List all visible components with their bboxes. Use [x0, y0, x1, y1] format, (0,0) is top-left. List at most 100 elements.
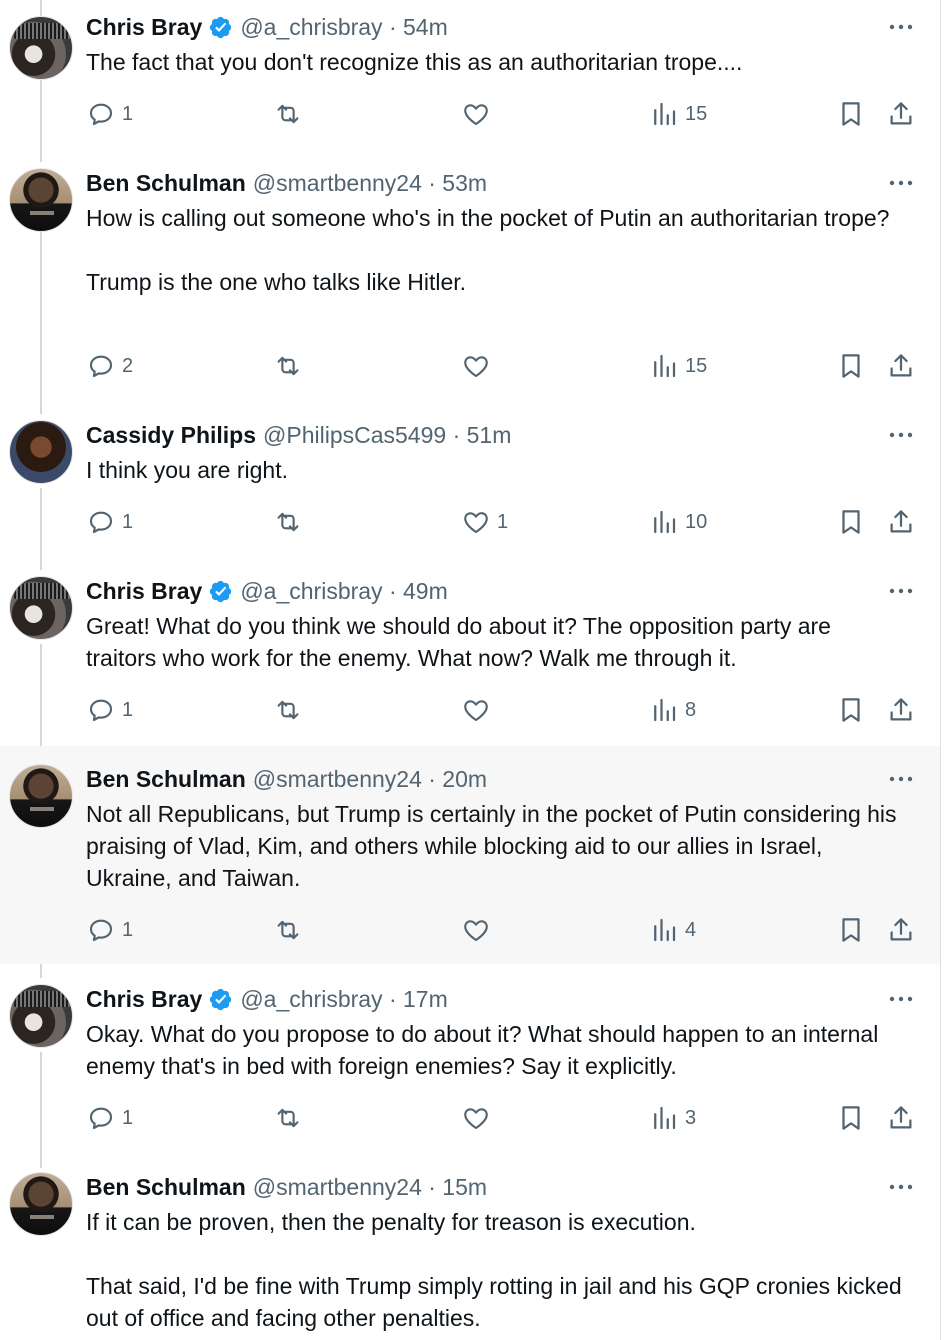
views-button[interactable]: 15 — [649, 351, 707, 381]
like-button[interactable]: 1 — [461, 507, 508, 537]
reply-count: 1 — [122, 510, 134, 533]
author-handle-time[interactable]: @smartbenny24 · 20m — [253, 766, 487, 793]
views-button[interactable]: 4 — [649, 915, 696, 945]
tweet-header: Ben Schulman @smartbenny24 · 15m — [86, 1172, 487, 1202]
tweet[interactable]: Ben Schulman @smartbenny24 · 53m How is … — [0, 156, 941, 408]
tweet[interactable]: Chris Bray @a_chrisbray · 17m Okay. What… — [0, 964, 941, 1154]
tweet-header: Ben Schulman @smartbenny24 · 20m — [86, 764, 487, 794]
reply-icon — [89, 1107, 113, 1130]
author-name[interactable]: Ben Schulman — [86, 1174, 246, 1201]
more-options-icon[interactable] — [887, 1172, 915, 1202]
more-options-icon[interactable] — [887, 764, 915, 794]
avatar[interactable] — [9, 16, 73, 80]
reply-button[interactable]: 2 — [86, 351, 133, 381]
share-icon — [890, 510, 912, 533]
views-button[interactable]: 3 — [649, 1103, 696, 1133]
verified-badge-icon — [208, 987, 233, 1012]
share-icon — [890, 1106, 912, 1129]
tweet[interactable]: Cassidy Philips @PhilipsCas5499 · 51m I … — [0, 408, 941, 564]
author-handle-time[interactable]: @a_chrisbray · 54m — [240, 14, 447, 41]
scrollbar-track[interactable] — [940, 0, 952, 1340]
tweet[interactable]: Ben Schulman @smartbenny24 · 15m If it c… — [0, 1154, 941, 1340]
bookmark-button[interactable] — [836, 695, 866, 725]
avatar[interactable] — [9, 576, 73, 640]
tweet-actions: 1 4 — [86, 915, 916, 945]
like-button[interactable] — [461, 351, 497, 381]
reply-icon — [89, 699, 113, 722]
more-options-icon[interactable] — [887, 168, 915, 198]
avatar[interactable] — [9, 168, 73, 232]
views-button[interactable]: 10 — [649, 507, 707, 537]
like-count: 1 — [497, 510, 509, 533]
retweet-button[interactable] — [273, 1103, 309, 1133]
more-options-icon[interactable] — [887, 420, 915, 450]
reply-icon — [89, 355, 113, 378]
retweet-icon — [277, 104, 299, 124]
bookmark-button[interactable] — [836, 507, 866, 537]
avatar[interactable] — [9, 764, 73, 828]
tweet[interactable]: Chris Bray @a_chrisbray · 49m Great! Wha… — [0, 564, 941, 746]
share-button[interactable] — [886, 915, 916, 945]
like-button[interactable] — [461, 99, 497, 129]
share-button[interactable] — [886, 351, 916, 381]
author-handle-time[interactable]: @smartbenny24 · 53m — [253, 170, 487, 197]
author-name[interactable]: Chris Bray — [86, 986, 202, 1013]
retweet-button[interactable] — [273, 695, 309, 725]
reply-button[interactable]: 1 — [86, 695, 133, 725]
more-options-icon[interactable] — [887, 984, 915, 1014]
reply-count: 1 — [122, 698, 134, 721]
author-name[interactable]: Chris Bray — [86, 14, 202, 41]
retweet-button[interactable] — [273, 507, 309, 537]
reply-button[interactable]: 1 — [86, 915, 133, 945]
reply-button[interactable]: 1 — [86, 507, 133, 537]
like-button[interactable] — [461, 1103, 497, 1133]
more-options-icon[interactable] — [887, 12, 915, 42]
avatar[interactable] — [9, 1172, 73, 1236]
author-name[interactable]: Cassidy Philips — [86, 422, 256, 449]
more-options-icon[interactable] — [887, 576, 915, 606]
views-count: 15 — [685, 102, 708, 125]
author-name[interactable]: Ben Schulman — [86, 170, 246, 197]
tweet-header: Ben Schulman @smartbenny24 · 53m — [86, 168, 487, 198]
like-button[interactable] — [461, 915, 497, 945]
tweet[interactable]: Ben Schulman @smartbenny24 · 20m Not all… — [0, 746, 941, 964]
tweet[interactable]: Chris Bray @a_chrisbray · 54m The fact t… — [0, 0, 941, 156]
author-handle-time[interactable]: @smartbenny24 · 15m — [253, 1174, 487, 1201]
retweet-button[interactable] — [273, 351, 309, 381]
views-button[interactable]: 15 — [649, 99, 707, 129]
share-icon — [890, 102, 912, 125]
author-name[interactable]: Ben Schulman — [86, 766, 246, 793]
reply-button[interactable]: 1 — [86, 99, 133, 129]
retweet-icon — [277, 700, 299, 720]
bookmark-button[interactable] — [836, 99, 866, 129]
author-handle-time[interactable]: @a_chrisbray · 17m — [240, 986, 447, 1013]
bookmark-icon — [842, 1106, 860, 1130]
bookmark-button[interactable] — [836, 1103, 866, 1133]
share-button[interactable] — [886, 507, 916, 537]
bookmark-icon — [842, 510, 860, 534]
author-handle-time[interactable]: @PhilipsCas5499 · 51m — [263, 422, 511, 449]
share-button[interactable] — [886, 1103, 916, 1133]
reply-button[interactable]: 1 — [86, 1103, 133, 1133]
share-button[interactable] — [886, 99, 916, 129]
like-button[interactable] — [461, 695, 497, 725]
avatar[interactable] — [9, 984, 73, 1048]
share-icon — [890, 918, 912, 941]
like-icon — [464, 1108, 488, 1130]
avatar[interactable] — [9, 420, 73, 484]
views-count: 4 — [685, 918, 697, 941]
tweet-text: Great! What do you think we should do ab… — [86, 613, 831, 671]
views-icon — [654, 102, 676, 126]
share-button[interactable] — [886, 695, 916, 725]
conversation-timeline: Chris Bray @a_chrisbray · 54m The fact t… — [0, 0, 941, 1340]
author-handle-time[interactable]: @a_chrisbray · 49m — [240, 578, 447, 605]
retweet-button[interactable] — [273, 99, 309, 129]
bookmark-button[interactable] — [836, 915, 866, 945]
tweet-actions: 1 3 — [86, 1103, 916, 1133]
retweet-button[interactable] — [273, 915, 309, 945]
reply-count: 2 — [122, 354, 134, 377]
views-button[interactable]: 8 — [649, 695, 696, 725]
author-name[interactable]: Chris Bray — [86, 578, 202, 605]
bookmark-button[interactable] — [836, 351, 866, 381]
tweet-text: How is calling out someone who's in the … — [86, 205, 890, 295]
